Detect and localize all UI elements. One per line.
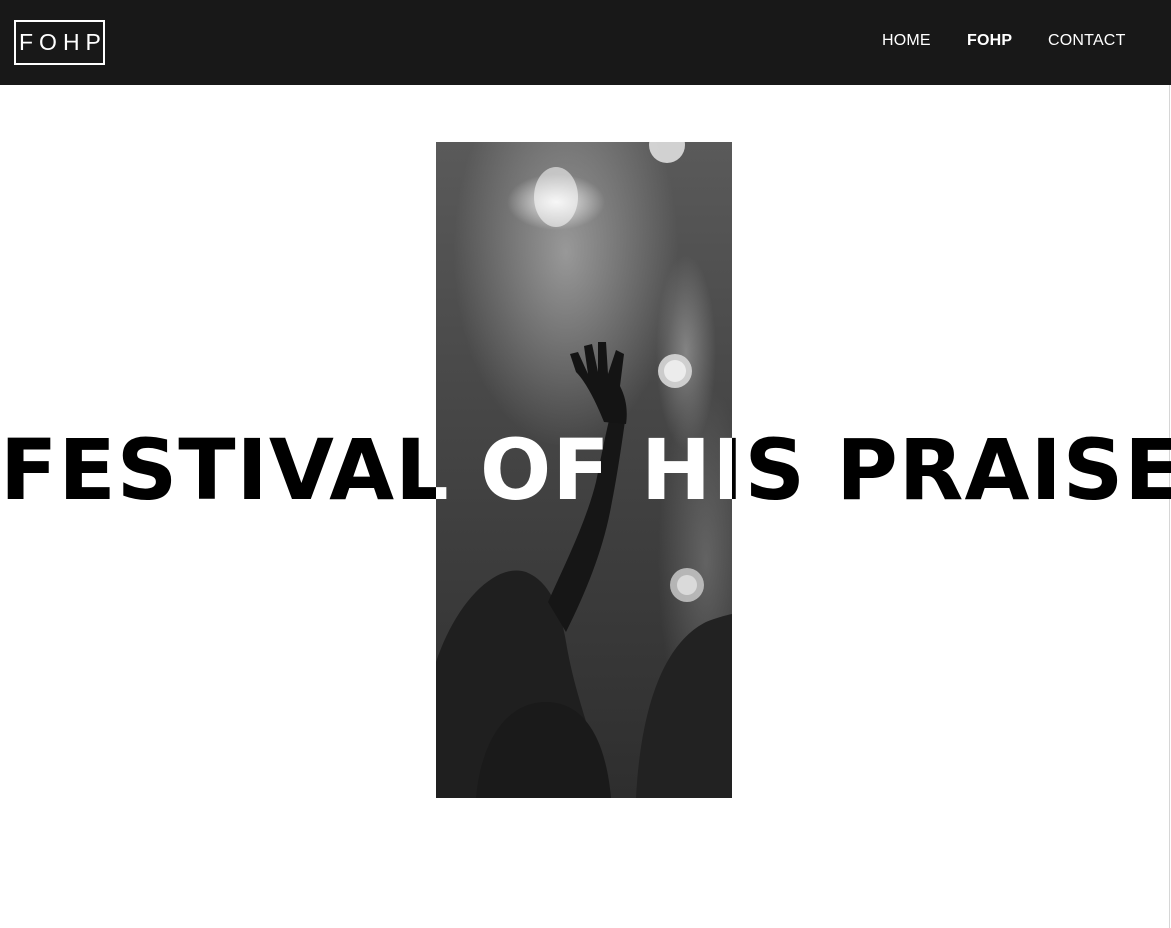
nav-item-fohp[interactable]: FOHP bbox=[967, 32, 1012, 50]
nav-item-home[interactable]: HOME bbox=[882, 32, 931, 50]
site-logo[interactable]: FOHP bbox=[14, 20, 105, 65]
nav-item-contact[interactable]: CONTACT bbox=[1048, 32, 1126, 50]
site-header: FOHP HOME FOHP CONTACT bbox=[0, 0, 1171, 85]
page: FOHP HOME FOHP CONTACT FESTIVAL OF HIS P… bbox=[0, 0, 1171, 928]
